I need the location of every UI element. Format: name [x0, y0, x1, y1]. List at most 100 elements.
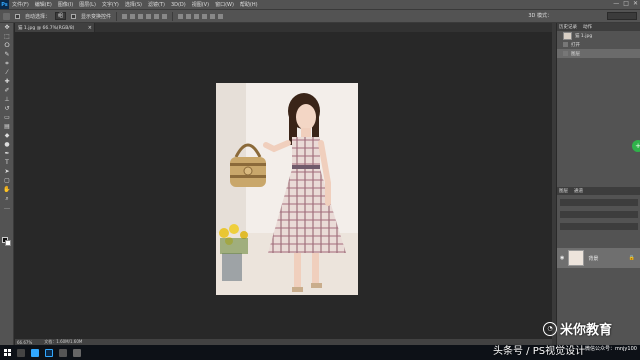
document-tab-label: 猫 1.jpg @ 66.7%(RGB/8) — [18, 25, 75, 31]
search-icon[interactable] — [17, 348, 25, 357]
taskbar-app-icon[interactable] — [59, 348, 67, 357]
hand-icon[interactable]: ✋ — [0, 185, 14, 194]
menu-3d[interactable]: 3D(D) — [168, 2, 189, 8]
menu-filter[interactable]: 滤镜(T) — [145, 1, 168, 8]
taskbar-app-icon[interactable] — [73, 348, 81, 357]
window-controls: — □ ✕ — [613, 0, 638, 7]
history-row-label: 打开 — [571, 42, 580, 48]
workspace-dropdown[interactable] — [607, 12, 637, 20]
minimize-button[interactable]: — — [613, 0, 619, 7]
distribute-hcenter-icon[interactable] — [210, 13, 216, 19]
tools-panel: ✥ ⬚ ⵔ ✎ ⌗ ⁄ ✚ ✐ ⊥ ↺ ▭ ▤ ◆ ● ✒ T ➤ ▢ ✋ ⌕ … — [0, 23, 14, 345]
photoshop-window: Ps 文件(F) 编辑(E) 图像(I) 图层(L) 文字(Y) 选择(S) 滤… — [0, 0, 640, 360]
gradient-icon[interactable]: ▤ — [0, 122, 14, 131]
dodge-icon[interactable]: ● — [0, 140, 14, 149]
windows-start-icon[interactable] — [4, 349, 11, 356]
menu-image[interactable]: 图像(I) — [55, 1, 76, 8]
type-icon[interactable]: T — [0, 158, 14, 167]
menu-select[interactable]: 选择(S) — [122, 1, 145, 8]
history-row[interactable]: 打开 — [557, 40, 640, 49]
healing-brush-icon[interactable]: ✚ — [0, 77, 14, 86]
document-tab[interactable]: 猫 1.jpg @ 66.7%(RGB/8) × — [15, 23, 95, 32]
photoshop-logo: Ps — [0, 0, 9, 9]
align-right-icon[interactable] — [162, 13, 168, 19]
distribute-right-icon[interactable] — [218, 13, 224, 19]
menu-help[interactable]: 帮助(H) — [237, 1, 261, 8]
zoom-level[interactable]: 66.67% — [17, 340, 32, 345]
align-vcenter-icon[interactable] — [130, 13, 136, 19]
brush-icon[interactable]: ✐ — [0, 86, 14, 95]
lasso-icon[interactable]: ⵔ — [0, 41, 14, 50]
more-tools-icon[interactable]: … — [0, 203, 14, 212]
layer-name: 背景 — [588, 255, 599, 262]
divider — [116, 11, 118, 21]
distribute-vcenter-icon[interactable] — [186, 13, 192, 19]
layer-filter-bar[interactable] — [560, 199, 638, 206]
distribute-bottom-icon[interactable] — [194, 13, 200, 19]
layer-row-background[interactable]: ◉ 背景 🔒 — [557, 248, 640, 268]
history-row-selected[interactable]: 图层 — [557, 49, 640, 58]
watermark-brand: ◔ 米你教育 — [543, 319, 612, 338]
photoshop-taskbar-icon[interactable] — [45, 348, 53, 357]
history-brush-icon[interactable]: ↺ — [0, 104, 14, 113]
watermark-line-2: 头条号 / PS视觉设计 — [493, 346, 586, 357]
history-step-icon — [563, 51, 568, 56]
maximize-button[interactable]: □ — [623, 0, 629, 7]
history-snapshot[interactable]: 猫 1.jpg — [557, 31, 640, 40]
move-icon[interactable]: ✥ — [0, 23, 14, 32]
align-hcenter-icon[interactable] — [154, 13, 160, 19]
close-tab-icon[interactable]: × — [88, 25, 92, 31]
distribute-buttons — [178, 13, 224, 19]
menu-edit[interactable]: 编辑(E) — [32, 1, 55, 8]
menu-layer[interactable]: 图层(L) — [76, 1, 99, 8]
menu-file[interactable]: 文件(F) — [9, 1, 32, 8]
menu-view[interactable]: 视图(V) — [189, 1, 212, 8]
tab-actions[interactable]: 动作 — [583, 24, 592, 30]
close-window-button[interactable]: ✕ — [633, 0, 638, 7]
marquee-icon[interactable]: ⬚ — [0, 32, 14, 41]
watermark-line-3: 微信公众号：mnjy100 — [585, 346, 637, 352]
divider — [172, 11, 174, 21]
distribute-top-icon[interactable] — [178, 13, 184, 19]
visibility-eye-icon[interactable]: ◉ — [560, 255, 564, 261]
align-top-icon[interactable] — [122, 13, 128, 19]
auto-select-dropdown[interactable]: 组 — [55, 12, 67, 20]
distribute-left-icon[interactable] — [202, 13, 208, 19]
eyedropper-icon[interactable]: ⁄ — [0, 68, 14, 77]
clone-stamp-icon[interactable]: ⊥ — [0, 95, 14, 104]
eraser-icon[interactable]: ▭ — [0, 113, 14, 122]
move-tool-icon[interactable] — [3, 12, 10, 20]
blend-mode-dropdown[interactable] — [560, 211, 638, 218]
right-panels: 历史记录 动作 猫 1.jpg 打开 图层 图层 通道 ◉ 背景 🔒 — [556, 23, 640, 345]
tab-layers[interactable]: 图层 — [559, 188, 568, 194]
auto-select-checkbox[interactable] — [15, 13, 20, 19]
path-select-icon[interactable]: ➤ — [0, 167, 14, 176]
menu-type[interactable]: 文字(Y) — [99, 1, 122, 8]
lock-icon: 🔒 — [628, 255, 635, 261]
tab-history[interactable]: 历史记录 — [559, 24, 577, 30]
menu-window[interactable]: 窗口(W) — [212, 1, 237, 8]
layers-panel-tabs: 图层 通道 — [557, 187, 640, 195]
photo-illustration — [216, 83, 358, 295]
document-image[interactable] — [216, 83, 358, 295]
blur-icon[interactable]: ◆ — [0, 131, 14, 140]
history-step-icon — [563, 42, 568, 47]
crop-icon[interactable]: ⌗ — [0, 59, 14, 68]
watermark-brand-text: 米你教育 — [560, 323, 613, 338]
shape-icon[interactable]: ▢ — [0, 176, 14, 185]
show-transform-checkbox[interactable] — [71, 13, 77, 19]
tab-channels[interactable]: 通道 — [574, 188, 583, 194]
pen-icon[interactable]: ✒ — [0, 149, 14, 158]
background-color-swatch[interactable] — [5, 240, 11, 246]
taskbar-app-icon[interactable] — [31, 348, 39, 357]
align-bottom-icon[interactable] — [138, 13, 144, 19]
history-row-label: 图层 — [571, 51, 580, 57]
zoom-icon[interactable]: ⌕ — [0, 194, 14, 203]
align-left-icon[interactable] — [146, 13, 152, 19]
floating-plus-button[interactable]: + — [632, 140, 640, 152]
options-bar: 自动选择： 组 显示变换控件 3D 模式： — [0, 9, 640, 23]
history-panel-tabs: 历史记录 动作 — [557, 23, 640, 31]
lock-controls[interactable] — [560, 223, 638, 230]
show-transform-label: 显示变换控件 — [81, 13, 112, 20]
quick-select-icon[interactable]: ✎ — [0, 50, 14, 59]
